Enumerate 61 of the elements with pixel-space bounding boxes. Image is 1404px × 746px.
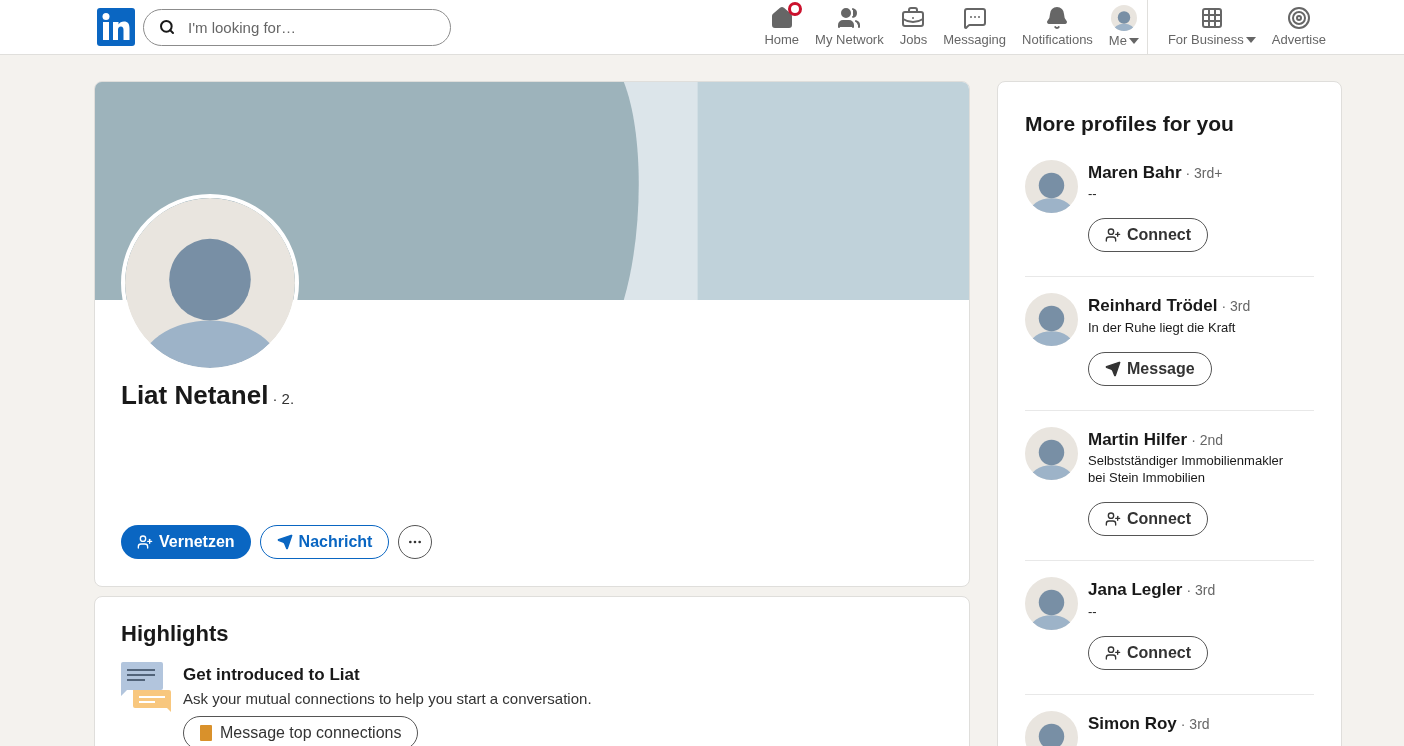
logo-icon[interactable] <box>97 8 135 46</box>
person-headline: -- <box>1088 602 1098 620</box>
connection-degree: · 3rd+ <box>1185 163 1223 183</box>
send-icon <box>1105 360 1121 377</box>
connection-degree: · 3rd <box>1221 297 1251 316</box>
avatar <box>1025 577 1078 630</box>
nav-item[interactable]: Me <box>1100 0 1147 54</box>
avatar-icon <box>1110 5 1137 31</box>
add-person-icon <box>1105 227 1121 243</box>
nav-item[interactable]: Jobs <box>891 0 936 54</box>
person-name[interactable]: Reinhard Trödel <box>1088 293 1218 319</box>
profile-name: Liat Netanel <box>121 379 269 412</box>
nav-label: Me <box>1108 33 1127 49</box>
add-person-icon <box>1105 644 1121 661</box>
item-description: Ask your mutual connections to help you start a conversation. <box>183 688 592 709</box>
target-icon <box>1286 6 1311 30</box>
people-icon <box>837 6 862 30</box>
person-name[interactable]: Maren Bahr <box>1088 159 1182 185</box>
person-headline: -- <box>1088 185 1098 202</box>
avatar <box>1025 426 1078 480</box>
search-field[interactable]: I'm looking for… <box>143 8 451 46</box>
home-icon <box>769 6 794 30</box>
add-person-icon <box>1105 511 1121 527</box>
nav-item[interactable]: Messaging <box>935 0 1015 54</box>
person-headline: Selbstständiger Immobilienmakler bei Stein Immobilien <box>1088 452 1285 486</box>
person-name[interactable]: Simon Roy <box>1088 710 1177 736</box>
person-name[interactable]: Jana Legler <box>1088 577 1183 603</box>
send-icon <box>276 534 293 550</box>
avatar <box>1025 159 1078 213</box>
caret-icon <box>1128 38 1139 44</box>
bookmark-icon <box>200 725 212 741</box>
person-headline: In der Ruhe liegt die Kraft <box>1088 318 1237 336</box>
nav-label: Notifications <box>1022 32 1093 48</box>
nav-label: Jobs <box>899 32 928 48</box>
nav-label: My Network <box>815 32 884 48</box>
connection-degree: · 2. <box>272 389 295 409</box>
person-name[interactable]: Martin Hilfer <box>1088 426 1188 452</box>
nav-item[interactable]: Home <box>756 0 808 54</box>
nav-label: Home <box>764 32 800 48</box>
nav-item[interactable]: Advertise <box>1263 0 1334 54</box>
connection-degree: · 3rd <box>1186 581 1216 600</box>
nav-label: Advertise <box>1271 32 1326 48</box>
nav-label: For Business <box>1167 32 1244 48</box>
item-title: Get introduced to Liat <box>183 664 361 686</box>
connect-button[interactable]: Vernetzen <box>121 525 251 559</box>
add-person-icon <box>137 534 153 550</box>
grid-icon <box>1199 6 1224 30</box>
nav-item[interactable]: Notifications <box>1014 0 1101 54</box>
connection-degree: · 2nd <box>1191 430 1224 450</box>
connection-degree: · 3rd <box>1180 714 1210 734</box>
avatar <box>1025 293 1078 346</box>
section-title: Highlights <box>121 620 230 648</box>
sidebar-title: More profiles for you <box>1024 111 1235 137</box>
briefcase-icon <box>901 6 926 30</box>
nav-item[interactable]: For Business <box>1159 0 1264 54</box>
bell-icon <box>1045 6 1070 30</box>
nav-item[interactable]: My Network <box>807 0 892 54</box>
nav-label: Messaging <box>943 32 1007 48</box>
search-icon <box>159 18 175 35</box>
caret-icon <box>1245 37 1256 43</box>
chat-icon <box>962 6 987 30</box>
